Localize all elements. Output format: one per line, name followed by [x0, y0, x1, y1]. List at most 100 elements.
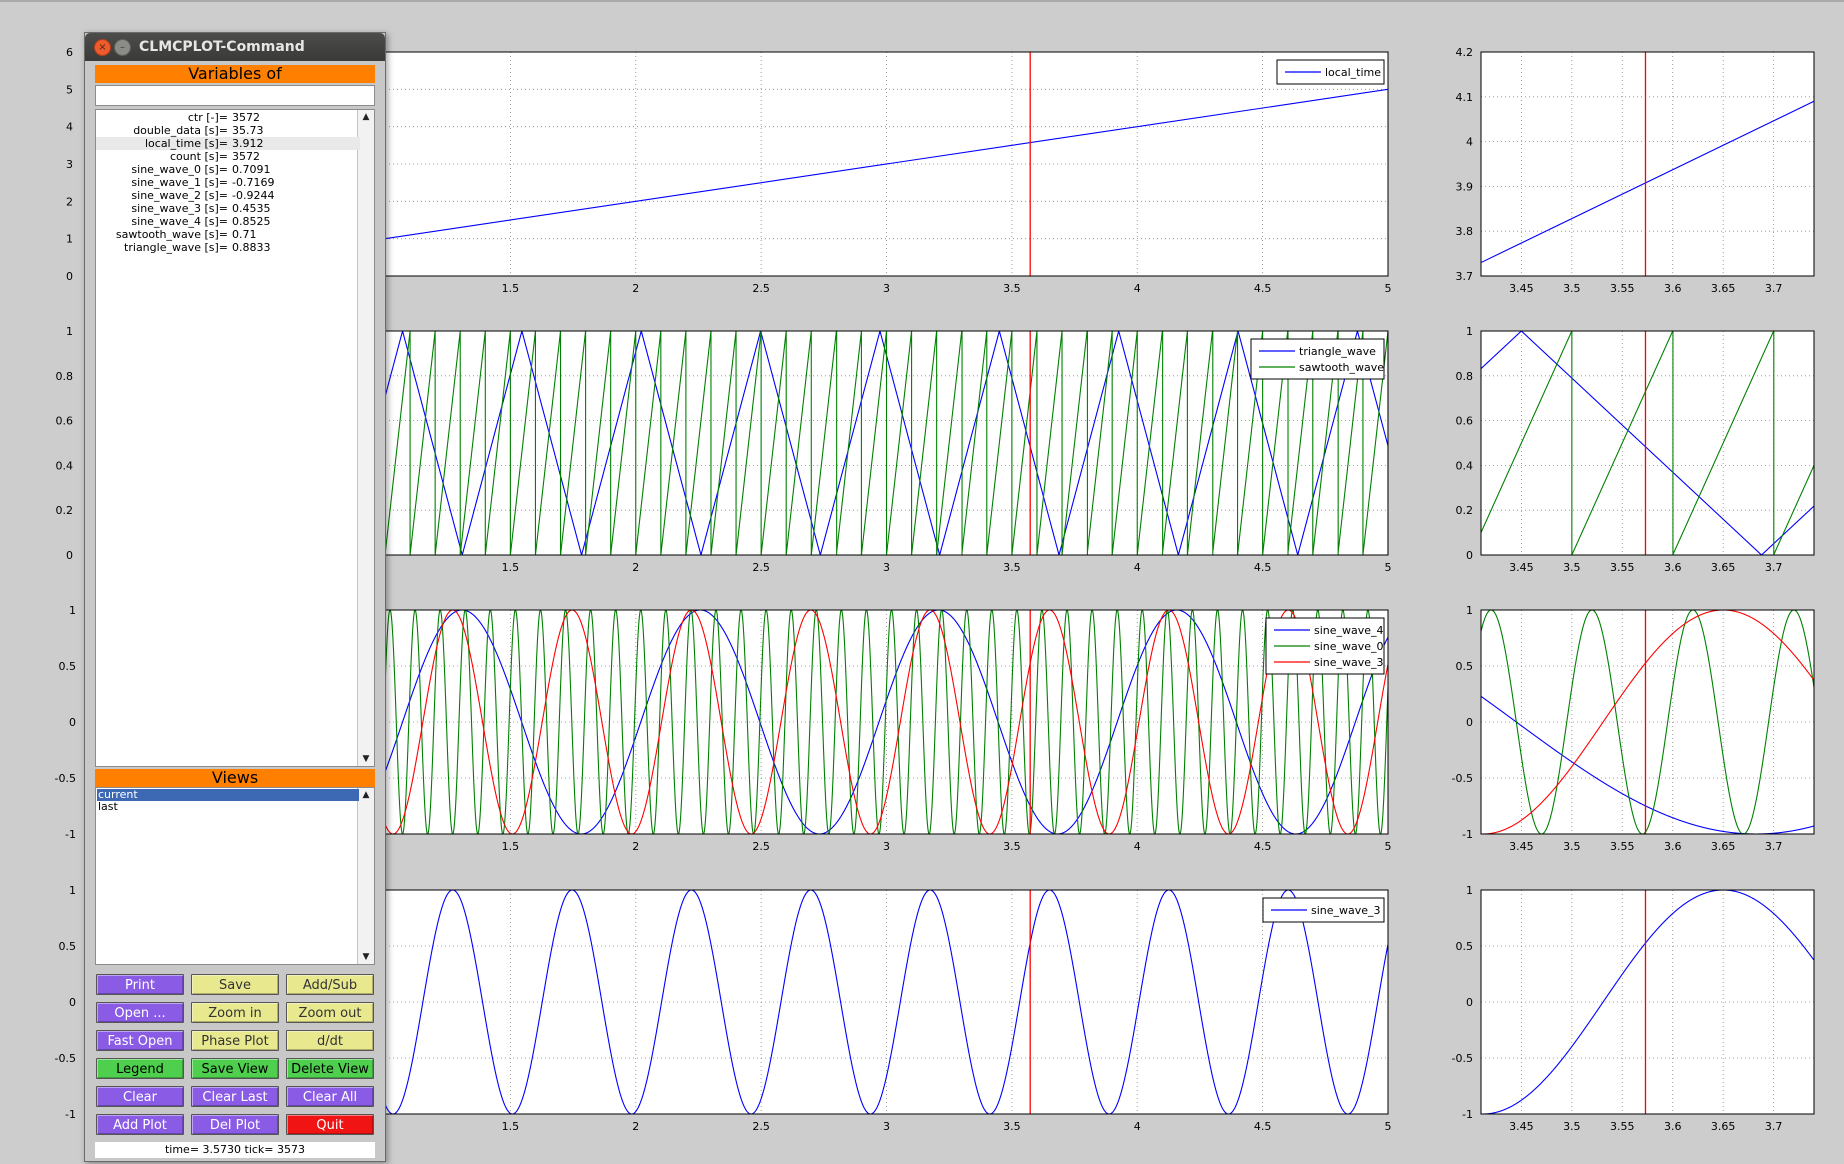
y-tick-label: 1: [69, 884, 76, 897]
variable-row[interactable]: triangle_wave [s]= 0.8833: [96, 241, 360, 254]
scroll-down-icon[interactable]: ▼: [358, 752, 374, 766]
chart-1[interactable]: 3.45 3.5 3.55 3.6 3.65 3.7 3.7 3.8 3.9 4 4.1 4.2: [1456, 46, 1815, 295]
x-tick-label: 4: [1134, 561, 1141, 574]
y-tick-label: 0: [69, 716, 76, 729]
legend[interactable]: sine_wave_3: [1262, 897, 1385, 923]
plot-area[interactable]: [1481, 610, 1814, 834]
variables-filter-field[interactable]: [95, 85, 375, 106]
variable-row[interactable]: double_data [s]= 35.73: [96, 124, 360, 137]
y-tick-label: 3.8: [1456, 225, 1474, 238]
scroll-up-icon[interactable]: ▲: [358, 110, 374, 124]
x-tick-label: 5: [1385, 840, 1392, 853]
x-tick-label: 5: [1385, 282, 1392, 295]
view-item[interactable]: current: [97, 789, 359, 801]
scroll-down-icon[interactable]: ▼: [358, 950, 374, 964]
x-tick-label: 2.5: [752, 840, 770, 853]
title-bar[interactable]: × – CLMCPLOT-Command: [85, 33, 385, 61]
plot-area[interactable]: [1481, 52, 1814, 276]
variable-value: 3572: [232, 150, 260, 163]
plot-area[interactable]: [1481, 331, 1814, 555]
print-button[interactable]: Print: [96, 974, 184, 995]
clear-button[interactable]: Clear: [96, 1086, 184, 1107]
legend[interactable]: local_time: [1276, 59, 1385, 85]
variable-row[interactable]: local_time [s]= 3.912: [96, 137, 360, 150]
variables-list[interactable]: ▲ ▼ ctr [-]= 3572 double_data [s]= 35.73 loc…: [95, 109, 375, 767]
variable-value: -0.9244: [232, 189, 275, 202]
x-tick-label: 3: [883, 561, 890, 574]
variable-row[interactable]: sawtooth_wave [s]= 0.71: [96, 228, 360, 241]
y-tick-label: 3: [66, 158, 73, 171]
x-tick-label: 3.65: [1711, 282, 1736, 295]
variable-row[interactable]: sine_wave_4 [s]= 0.8525: [96, 215, 360, 228]
views-scrollbar[interactable]: ▲ ▼: [357, 788, 374, 964]
view-item[interactable]: last: [97, 801, 359, 813]
y-tick-label: 1: [1466, 325, 1473, 338]
x-tick-label: 3.55: [1610, 1120, 1635, 1133]
variable-row[interactable]: sine_wave_3 [s]= 0.4535: [96, 202, 360, 215]
legend-entry: sine_wave_0: [1314, 640, 1384, 653]
legend-entry: sine_wave_3: [1314, 656, 1384, 669]
chart-7[interactable]: 3.45 3.5 3.55 3.6 3.65 3.7 -1 -0.5 0 0.5 1: [1452, 884, 1815, 1133]
save-view-button[interactable]: Save View: [191, 1058, 279, 1079]
clear-all-button[interactable]: Clear All: [286, 1086, 374, 1107]
variable-name: sine_wave_3 [s]=: [131, 202, 228, 215]
y-tick-label: 3.9: [1456, 180, 1474, 193]
variable-value: 0.7091: [232, 163, 271, 176]
x-tick-label: 4.5: [1254, 282, 1272, 295]
x-tick-label: 3.55: [1610, 840, 1635, 853]
variable-value: -0.7169: [232, 176, 275, 189]
del-plot-button[interactable]: Del Plot: [191, 1114, 279, 1135]
open-button[interactable]: Open ...: [96, 1002, 184, 1023]
x-tick-label: 3.7: [1765, 561, 1783, 574]
y-tick-label: 0.6: [1456, 415, 1474, 428]
variable-row[interactable]: sine_wave_1 [s]= -0.7169: [96, 176, 360, 189]
y-tick-label: 0.2: [1456, 504, 1474, 517]
legend[interactable]: triangle_wave sawtooth_wave: [1250, 338, 1385, 380]
y-tick-label: 0.2: [56, 504, 74, 517]
y-tick-label: 1: [66, 325, 73, 338]
variable-name: double_data [s]=: [133, 124, 228, 137]
variable-row[interactable]: ctr [-]= 3572: [96, 111, 360, 124]
clear-last-button[interactable]: Clear Last: [191, 1086, 279, 1107]
zoom-out-button[interactable]: Zoom out: [286, 1002, 374, 1023]
y-tick-label: 0.5: [59, 660, 77, 673]
chart-3[interactable]: 3.45 3.5 3.55 3.6 3.65 3.7 0 0.2 0.4 0.6 0.8 1: [1456, 325, 1815, 574]
x-tick-label: 3.65: [1711, 1120, 1736, 1133]
legend[interactable]: sine_wave_4 sine_wave_0 sine_wave_3: [1265, 617, 1385, 675]
variable-row[interactable]: sine_wave_2 [s]= -0.9244: [96, 189, 360, 202]
y-tick-label: -0.5: [55, 772, 76, 785]
minimize-icon[interactable]: –: [114, 39, 131, 56]
y-tick-label: 1: [1466, 604, 1473, 617]
scroll-up-icon[interactable]: ▲: [358, 788, 374, 802]
quit-button[interactable]: Quit: [286, 1114, 374, 1135]
chart-5[interactable]: 3.45 3.5 3.55 3.6 3.65 3.7 -1 -0.5 0 0.5 1: [1452, 604, 1815, 853]
variable-name: sine_wave_2 [s]=: [131, 189, 228, 202]
fast-open-button[interactable]: Fast Open: [96, 1030, 184, 1051]
plot-area[interactable]: [1481, 890, 1814, 1114]
zoom-in-button[interactable]: Zoom in: [191, 1002, 279, 1023]
y-tick-label: 4.2: [1456, 46, 1474, 59]
variable-value: 3572: [232, 111, 260, 124]
variable-row[interactable]: count [s]= 3572: [96, 150, 360, 163]
close-icon[interactable]: ×: [94, 39, 111, 56]
y-tick-label: 4: [66, 121, 73, 134]
x-tick-label: 3.5: [1563, 1120, 1581, 1133]
save-button[interactable]: Save: [191, 974, 279, 995]
variable-row[interactable]: sine_wave_0 [s]= 0.7091: [96, 163, 360, 176]
d-dt-button[interactable]: d/dt: [286, 1030, 374, 1051]
variable-value: 3.912: [232, 137, 264, 150]
x-tick-label: 1.5: [502, 1120, 520, 1133]
legend-entry: sine_wave_3: [1311, 904, 1381, 917]
delete-view-button[interactable]: Delete View: [286, 1058, 374, 1079]
legend-button[interactable]: Legend: [96, 1058, 184, 1079]
x-tick-label: 3.5: [1003, 840, 1021, 853]
status-bar: time= 3.5730 tick= 3573: [95, 1142, 375, 1158]
command-window[interactable]: × – CLMCPLOT-Command Variables of ▲ ▼ ct…: [84, 32, 386, 1162]
add-plot-button[interactable]: Add Plot: [96, 1114, 184, 1135]
views-list[interactable]: ▲ ▼ current last: [95, 787, 375, 965]
add-sub-button[interactable]: Add/Sub: [286, 974, 374, 995]
phase-plot-button[interactable]: Phase Plot: [191, 1030, 279, 1051]
x-tick-label: 4.5: [1254, 1120, 1272, 1133]
x-tick-label: 3.5: [1003, 1120, 1021, 1133]
x-tick-label: 3.7: [1765, 840, 1783, 853]
